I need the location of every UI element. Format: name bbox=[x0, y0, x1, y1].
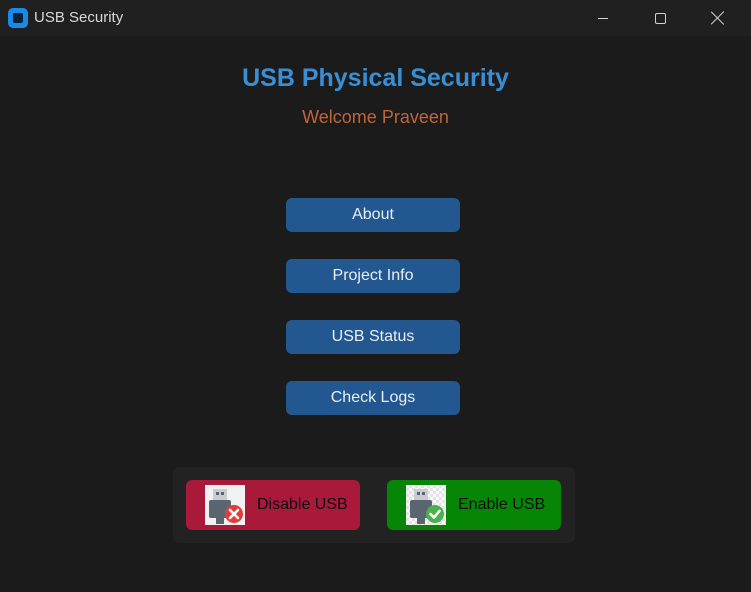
usb-status-button[interactable]: USB Status bbox=[286, 320, 460, 354]
disable-usb-label: Disable USB bbox=[257, 496, 348, 513]
close-button[interactable] bbox=[689, 0, 747, 36]
app-icon bbox=[8, 8, 28, 28]
window-title: USB Security bbox=[34, 9, 124, 26]
usb-disable-icon bbox=[205, 485, 245, 525]
minimize-button[interactable] bbox=[574, 0, 632, 36]
enable-usb-label: Enable USB bbox=[458, 496, 546, 513]
about-button[interactable]: About bbox=[286, 198, 460, 232]
usb-action-panel: Disable USB Enable USB bbox=[173, 467, 575, 543]
usb-enable-icon bbox=[406, 485, 446, 525]
enable-usb-button[interactable]: Enable USB bbox=[387, 480, 561, 530]
app-window: USB Security USB Physical Security Welco… bbox=[0, 0, 751, 592]
page-title: USB Physical Security bbox=[242, 64, 509, 92]
project-info-button[interactable]: Project Info bbox=[286, 259, 460, 293]
title-bar: USB Security bbox=[0, 0, 751, 36]
disable-usb-button[interactable]: Disable USB bbox=[186, 480, 360, 530]
welcome-text: Welcome Praveen bbox=[302, 107, 449, 127]
minimize-icon bbox=[598, 17, 608, 19]
maximize-button[interactable] bbox=[631, 0, 689, 36]
check-logs-button[interactable]: Check Logs bbox=[286, 381, 460, 415]
close-icon bbox=[711, 11, 725, 25]
maximize-icon bbox=[654, 12, 666, 24]
